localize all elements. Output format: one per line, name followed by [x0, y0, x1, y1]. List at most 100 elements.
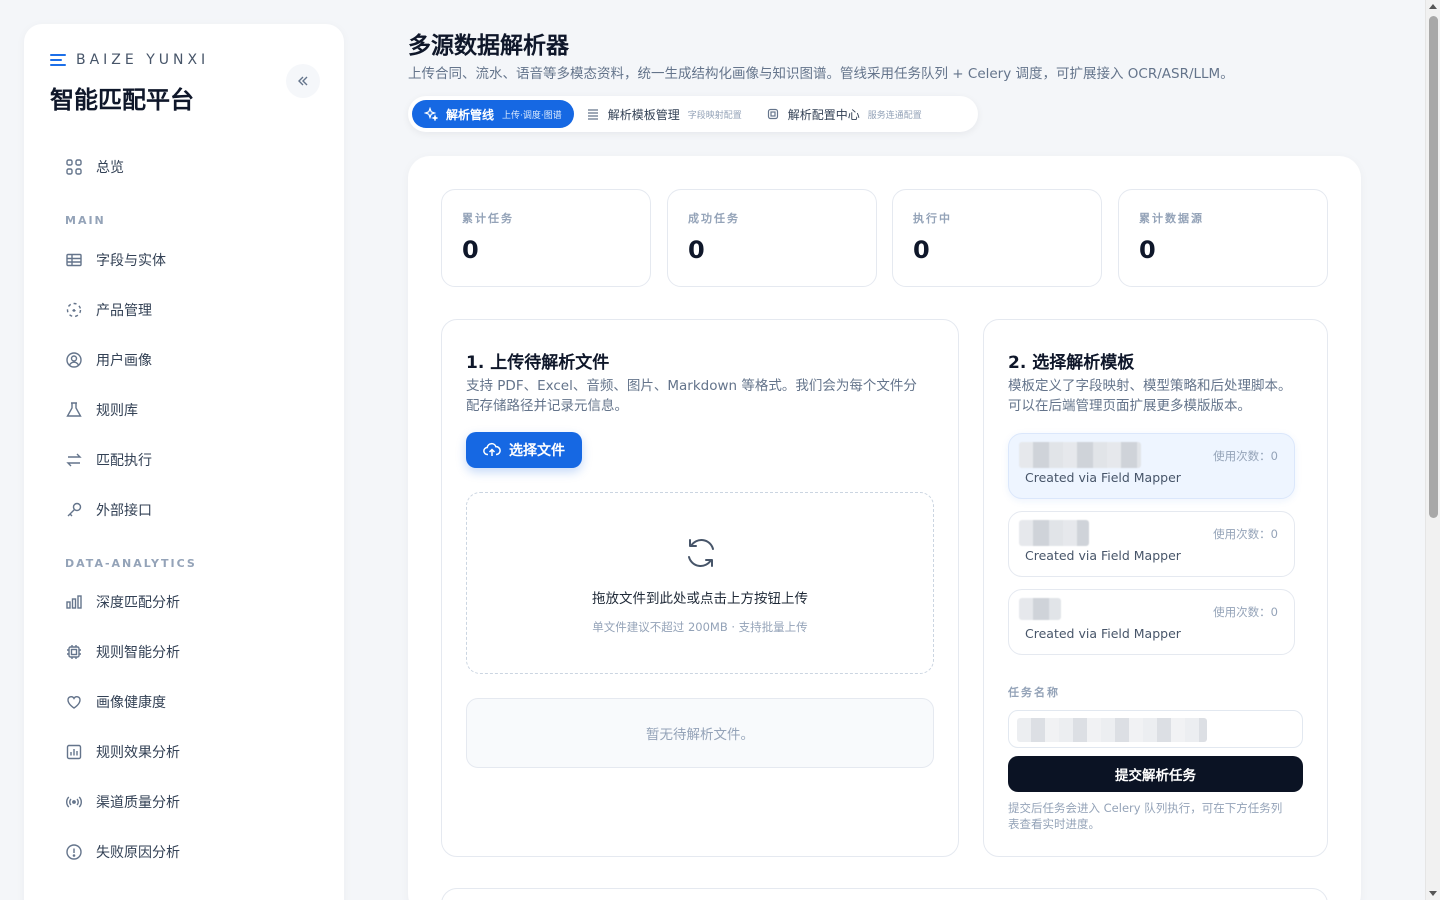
- tab-template-management[interactable]: 解析模板管理 字段映射配置: [574, 100, 754, 128]
- sidebar-item-deep-match[interactable]: 深度匹配分析: [64, 590, 180, 614]
- heart-icon: [64, 692, 84, 712]
- sidebar-item-label: 规则效果分析: [96, 745, 180, 761]
- broadcast-icon: [64, 792, 84, 812]
- stat-card-success-tasks: 成功任务 0: [667, 189, 877, 287]
- sidebar-item-label: 总览: [96, 160, 124, 176]
- template-option[interactable]: 使用次数：0 Created via Field Mapper: [1008, 589, 1295, 655]
- sidebar-item-rules[interactable]: 规则库: [64, 398, 138, 422]
- pending-files-empty: 暂无待解析文件。: [466, 698, 934, 768]
- submit-task-button[interactable]: 提交解析任务: [1008, 756, 1303, 792]
- tab-sublabel: 服务连通配置: [867, 110, 922, 121]
- sidebar-item-label: 失败原因分析: [96, 845, 180, 861]
- sidebar-item-failure-reasons[interactable]: 失败原因分析: [64, 840, 180, 864]
- stat-card-data-sources: 累计数据源 0: [1118, 189, 1328, 287]
- sidebar-item-label: 渠道质量分析: [96, 795, 180, 811]
- template-subtitle: Created via Field Mapper: [1025, 626, 1181, 641]
- refresh-icon: [688, 539, 714, 567]
- template-subtitle: Created via Field Mapper: [1025, 470, 1181, 485]
- flask-icon: [64, 400, 84, 420]
- template-name-redacted: [1019, 598, 1061, 620]
- chart-box-icon: [64, 742, 84, 762]
- tab-label: 解析配置中心: [787, 107, 860, 122]
- template-option[interactable]: 使用次数：0 Created via Field Mapper: [1008, 433, 1295, 499]
- page-subtitle: 上传合同、流水、语音等多模态资料，统一生成结构化画像与知识图谱。管线采用任务队列…: [408, 66, 1234, 82]
- key-icon: [64, 500, 84, 520]
- choose-file-button[interactable]: 选择文件: [466, 432, 582, 468]
- stat-label: 累计任务: [462, 212, 514, 225]
- template-name-redacted: [1019, 520, 1089, 546]
- stat-label: 累计数据源: [1139, 212, 1204, 225]
- scroll-down-arrow-icon[interactable]: [1429, 891, 1437, 896]
- template-usage: 使用次数：0: [1213, 527, 1278, 541]
- template-name-redacted: [1019, 442, 1141, 468]
- sidebar-item-label: 外部接口: [96, 503, 152, 519]
- template-usage: 使用次数：0: [1213, 449, 1278, 463]
- arrows-swap-icon: [64, 450, 84, 470]
- upload-card-description: 支持 PDF、Excel、音频、图片、Markdown 等格式。我们会为每个文件…: [466, 376, 938, 416]
- stat-card-total-tasks: 累计任务 0: [441, 189, 651, 287]
- brand-title: 智能匹配平台: [50, 86, 194, 114]
- hint-line: 表查看实时进度。: [1008, 817, 1100, 831]
- sidebar-item-profile-health[interactable]: 画像健康度: [64, 690, 166, 714]
- sidebar-item-rule-ai[interactable]: 规则智能分析: [64, 640, 180, 664]
- scrollbar-thumb[interactable]: [1429, 16, 1438, 518]
- submit-hint: 提交后任务会进入 Celery 队列执行，可在下方任务列 表查看实时进度。: [1008, 800, 1303, 832]
- list-icon: [586, 107, 600, 121]
- sidebar-item-label: 产品管理: [96, 303, 152, 319]
- template-card-title: 2. 选择解析模板: [1008, 353, 1135, 373]
- bar-chart-icon: [64, 592, 84, 612]
- tab-pipeline[interactable]: 解析管线 上传·调度·图谱: [412, 100, 574, 128]
- tab-config-center[interactable]: 解析配置中心 服务连通配置: [754, 100, 934, 128]
- sidebar-item-fields[interactable]: 字段与实体: [64, 248, 166, 272]
- grid-icon: [64, 157, 84, 177]
- page-scrollbar[interactable]: [1425, 0, 1440, 900]
- collapse-sidebar-button[interactable]: [286, 64, 320, 98]
- stat-value: 0: [913, 236, 930, 264]
- chip-icon: [64, 642, 84, 662]
- sidebar-item-rule-effect[interactable]: 规则效果分析: [64, 740, 180, 764]
- stat-label: 执行中: [913, 212, 952, 225]
- stat-value: 0: [462, 236, 479, 264]
- dropzone-title: 拖放文件到此处或点击上方按钮上传: [592, 591, 808, 607]
- brand-eyebrow-text: BAIZE YUNXI: [76, 52, 210, 68]
- sidebar-item-label: 画像健康度: [96, 695, 166, 711]
- tab-label: 解析管线: [446, 107, 495, 122]
- tab-sublabel: 字段映射配置: [687, 110, 742, 121]
- nav-section-analytics: DATA-ANALYTICS: [65, 557, 197, 570]
- sidebar-item-label: 规则库: [96, 403, 138, 419]
- choose-file-label: 选择文件: [509, 443, 565, 459]
- stat-value: 0: [688, 236, 705, 264]
- scroll-up-arrow-icon[interactable]: [1429, 4, 1437, 9]
- tab-label: 解析模板管理: [607, 107, 680, 122]
- description-line: 配存储路径并记录元信息。: [466, 398, 628, 414]
- task-name-input[interactable]: [1008, 710, 1303, 748]
- task-list-card: [441, 888, 1328, 900]
- sidebar-item-user-profile[interactable]: 用户画像: [64, 348, 152, 372]
- stat-value: 0: [1139, 236, 1156, 264]
- table-icon: [64, 250, 84, 270]
- template-card: 2. 选择解析模板 模板定义了字段映射、模型策略和后处理脚本。 可以在后端管理页…: [983, 319, 1328, 857]
- upload-card: 1. 上传待解析文件 支持 PDF、Excel、音频、图片、Markdown 等…: [441, 319, 959, 857]
- sidebar-item-external-api[interactable]: 外部接口: [64, 498, 152, 522]
- upload-card-title: 1. 上传待解析文件: [466, 353, 610, 373]
- sidebar-item-label: 字段与实体: [96, 253, 166, 269]
- sidebar-item-products[interactable]: 产品管理: [64, 298, 152, 322]
- sidebar-item-label: 用户画像: [96, 353, 152, 369]
- task-name-label: 任务名称: [1008, 686, 1060, 699]
- file-dropzone[interactable]: 拖放文件到此处或点击上方按钮上传 单文件建议不超过 200MB · 支持批量上传: [466, 492, 934, 674]
- template-usage: 使用次数：0: [1213, 605, 1278, 619]
- nav-section-main: MAIN: [65, 214, 106, 227]
- user-circle-icon: [64, 350, 84, 370]
- template-option[interactable]: 使用次数：0 Created via Field Mapper: [1008, 511, 1295, 577]
- sparkle-icon: [424, 107, 438, 121]
- hint-line: 提交后任务会进入 Celery 队列执行，可在下方任务列: [1008, 801, 1283, 815]
- chevrons-left-icon: [298, 76, 308, 86]
- sidebar-item-overview[interactable]: 总览: [64, 155, 124, 179]
- tab-bar: 解析管线 上传·调度·图谱 解析模板管理 字段映射配置 解析配置中心 服务连通配…: [408, 96, 978, 132]
- brand-eyebrow: BAIZE YUNXI: [50, 52, 209, 68]
- page-title: 多源数据解析器: [408, 33, 569, 59]
- sidebar-item-channel-quality[interactable]: 渠道质量分析: [64, 790, 180, 814]
- description-line: 模板定义了字段映射、模型策略和后处理脚本。: [1008, 378, 1292, 394]
- sidebar-item-match-exec[interactable]: 匹配执行: [64, 448, 152, 472]
- description-line: 可以在后端管理页面扩展更多模版版本。: [1008, 398, 1251, 414]
